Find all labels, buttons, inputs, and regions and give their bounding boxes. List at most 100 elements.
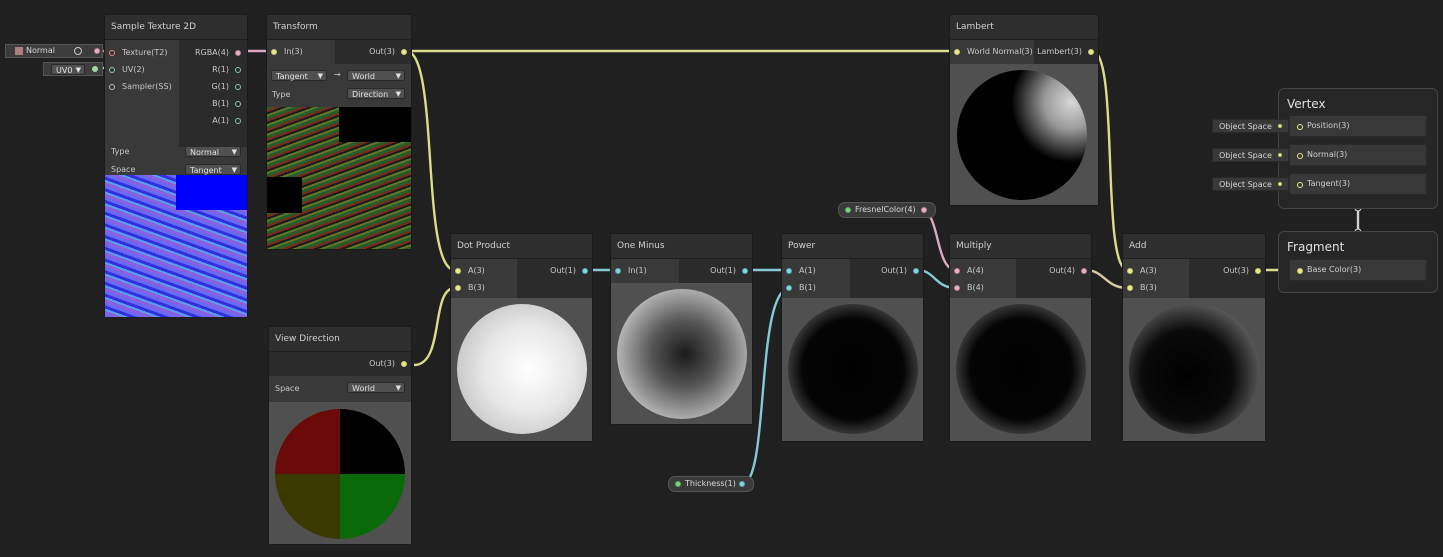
port-a[interactable]: A(4) xyxy=(954,263,984,279)
port-out[interactable]: Out(4) xyxy=(1049,263,1087,279)
port-g[interactable]: G(1) xyxy=(211,79,241,95)
port-dot[interactable] xyxy=(1088,49,1094,55)
port-dot[interactable] xyxy=(235,118,241,124)
port-world-normal[interactable]: World Normal(3) xyxy=(954,44,1033,60)
port-a[interactable]: A(1) xyxy=(786,263,816,279)
thickness-property[interactable]: Thickness(1) xyxy=(668,476,754,492)
port-out[interactable]: Out(1) xyxy=(550,263,588,279)
port-dot[interactable] xyxy=(109,50,115,56)
tangent-source-field[interactable]: Object Space xyxy=(1212,177,1289,191)
fragment-block[interactable]: Fragment Base Color(3) xyxy=(1278,231,1438,293)
port-dot[interactable] xyxy=(271,49,277,55)
position-source-field[interactable]: Object Space xyxy=(1212,119,1289,133)
type-dropdown[interactable]: Direction ▼ xyxy=(347,88,405,99)
normal-texture-label: Normal xyxy=(26,46,55,55)
slot-dot[interactable] xyxy=(1297,268,1303,274)
port-dot[interactable] xyxy=(954,268,960,274)
fresnel-color-property[interactable]: FresnelColor(4) xyxy=(838,202,936,218)
lambert-node[interactable]: Lambert World Normal(3) Lambert(3) xyxy=(949,14,1099,206)
add-node[interactable]: Add A(3) B(3) Out(3) xyxy=(1122,233,1266,442)
port-dot[interactable] xyxy=(455,268,461,274)
port-dot[interactable] xyxy=(954,49,960,55)
port-dot[interactable] xyxy=(1255,268,1261,274)
port-texture[interactable]: Texture(T2) xyxy=(109,45,168,61)
uv-output-dot[interactable] xyxy=(92,66,98,72)
port-lambert[interactable]: Lambert(3) xyxy=(1037,44,1094,60)
port-in[interactable]: In(1) xyxy=(615,263,647,279)
port-in[interactable]: In(3) xyxy=(271,44,303,60)
uv-dropdown[interactable]: UV0 ▼ xyxy=(51,64,85,75)
port-a[interactable]: A(3) xyxy=(1127,263,1157,279)
power-node[interactable]: Power A(1) B(1) Out(1) xyxy=(781,233,924,442)
port-sampler[interactable]: Sampler(SS) xyxy=(109,79,172,95)
port-b[interactable]: B(1) xyxy=(212,96,241,112)
port-dot[interactable] xyxy=(235,67,241,73)
slot-dot[interactable] xyxy=(1297,153,1303,159)
slot-normal[interactable]: Normal(3) xyxy=(1289,144,1427,166)
port-dot[interactable] xyxy=(742,268,748,274)
port-dot[interactable] xyxy=(786,285,792,291)
chevron-down-icon: ▼ xyxy=(75,66,81,74)
port-dot[interactable] xyxy=(401,49,407,55)
slot-position[interactable]: Position(3) xyxy=(1289,115,1427,137)
port-r[interactable]: R(1) xyxy=(212,62,241,78)
space-dropdown[interactable]: Tangent ▼ xyxy=(185,164,241,175)
dot-product-node[interactable]: Dot Product A(3) B(3) Out(1) xyxy=(450,233,593,442)
port-dot[interactable] xyxy=(1127,268,1133,274)
chevron-down-icon: ▼ xyxy=(231,148,237,156)
source-dot xyxy=(1277,153,1282,157)
port-dot[interactable] xyxy=(1081,268,1087,274)
normal-output-dot[interactable] xyxy=(94,48,100,54)
port-out[interactable]: Out(1) xyxy=(710,263,748,279)
port-dot[interactable] xyxy=(1127,285,1133,291)
port-dot[interactable] xyxy=(401,361,407,367)
port-a[interactable]: A(1) xyxy=(212,113,241,129)
port-out[interactable]: Out(1) xyxy=(881,263,919,279)
multiply-node[interactable]: Multiply A(4) B(4) Out(4) xyxy=(949,233,1092,442)
port-dot[interactable] xyxy=(109,84,115,90)
port-out[interactable]: Out(3) xyxy=(369,44,407,60)
block-title: Fragment xyxy=(1287,240,1345,254)
port-label: RGBA(4) xyxy=(194,48,229,57)
slot-dot[interactable] xyxy=(1297,182,1303,188)
port-uv[interactable]: UV(2) xyxy=(109,62,145,78)
port-dot[interactable] xyxy=(109,67,115,73)
port-dot[interactable] xyxy=(786,268,792,274)
slot-base-color[interactable]: Base Color(3) xyxy=(1289,259,1427,281)
slot-dot[interactable] xyxy=(1297,124,1303,130)
port-b[interactable]: B(3) xyxy=(1127,280,1157,296)
port-dot[interactable] xyxy=(455,285,461,291)
target-icon[interactable] xyxy=(74,47,82,55)
slot-label: Normal(3) xyxy=(1307,150,1348,159)
port-b[interactable]: B(1) xyxy=(786,280,816,296)
port-b[interactable]: B(3) xyxy=(455,280,485,296)
port-out[interactable]: Out(3) xyxy=(369,356,407,372)
slot-tangent[interactable]: Tangent(3) xyxy=(1289,173,1427,195)
from-space-dropdown[interactable]: Tangent ▼ xyxy=(271,70,327,81)
one-minus-node[interactable]: One Minus In(1) Out(1) xyxy=(610,233,753,425)
port-out[interactable]: Out(3) xyxy=(1223,263,1261,279)
sample-texture-2d-node[interactable]: Sample Texture 2D Texture(T2) UV(2) Samp… xyxy=(104,14,248,317)
vertex-block[interactable]: Vertex Position(3) Normal(3) Tangent(3) xyxy=(1278,88,1438,209)
port-dot[interactable] xyxy=(235,101,241,107)
type-dropdown[interactable]: Normal ▼ xyxy=(185,146,241,157)
transform-node[interactable]: Transform In(3) Out(3) Tangent ▼ → World ▼… xyxy=(266,14,412,250)
port-dot[interactable] xyxy=(235,84,241,90)
property-output-dot[interactable] xyxy=(739,481,745,487)
port-label: Texture(T2) xyxy=(122,48,168,57)
port-dot[interactable] xyxy=(913,268,919,274)
property-output-dot[interactable] xyxy=(921,207,927,213)
port-rgba[interactable]: RGBA(4) xyxy=(195,45,241,61)
port-dot[interactable] xyxy=(615,268,621,274)
port-a[interactable]: A(3) xyxy=(455,263,485,279)
port-dot[interactable] xyxy=(954,285,960,291)
port-dot[interactable] xyxy=(582,268,588,274)
port-dot[interactable] xyxy=(235,50,241,56)
normal-source-field[interactable]: Object Space xyxy=(1212,148,1289,162)
to-space-dropdown[interactable]: World ▼ xyxy=(347,70,405,81)
normal-texture-field[interactable]: Normal xyxy=(5,44,103,58)
view-direction-node[interactable]: View Direction Out(3) Space World ▼ xyxy=(268,326,412,545)
uv-field[interactable]: UV0 ▼ xyxy=(43,62,103,76)
port-b[interactable]: B(4) xyxy=(954,280,984,296)
space-dropdown[interactable]: World ▼ xyxy=(347,382,405,393)
